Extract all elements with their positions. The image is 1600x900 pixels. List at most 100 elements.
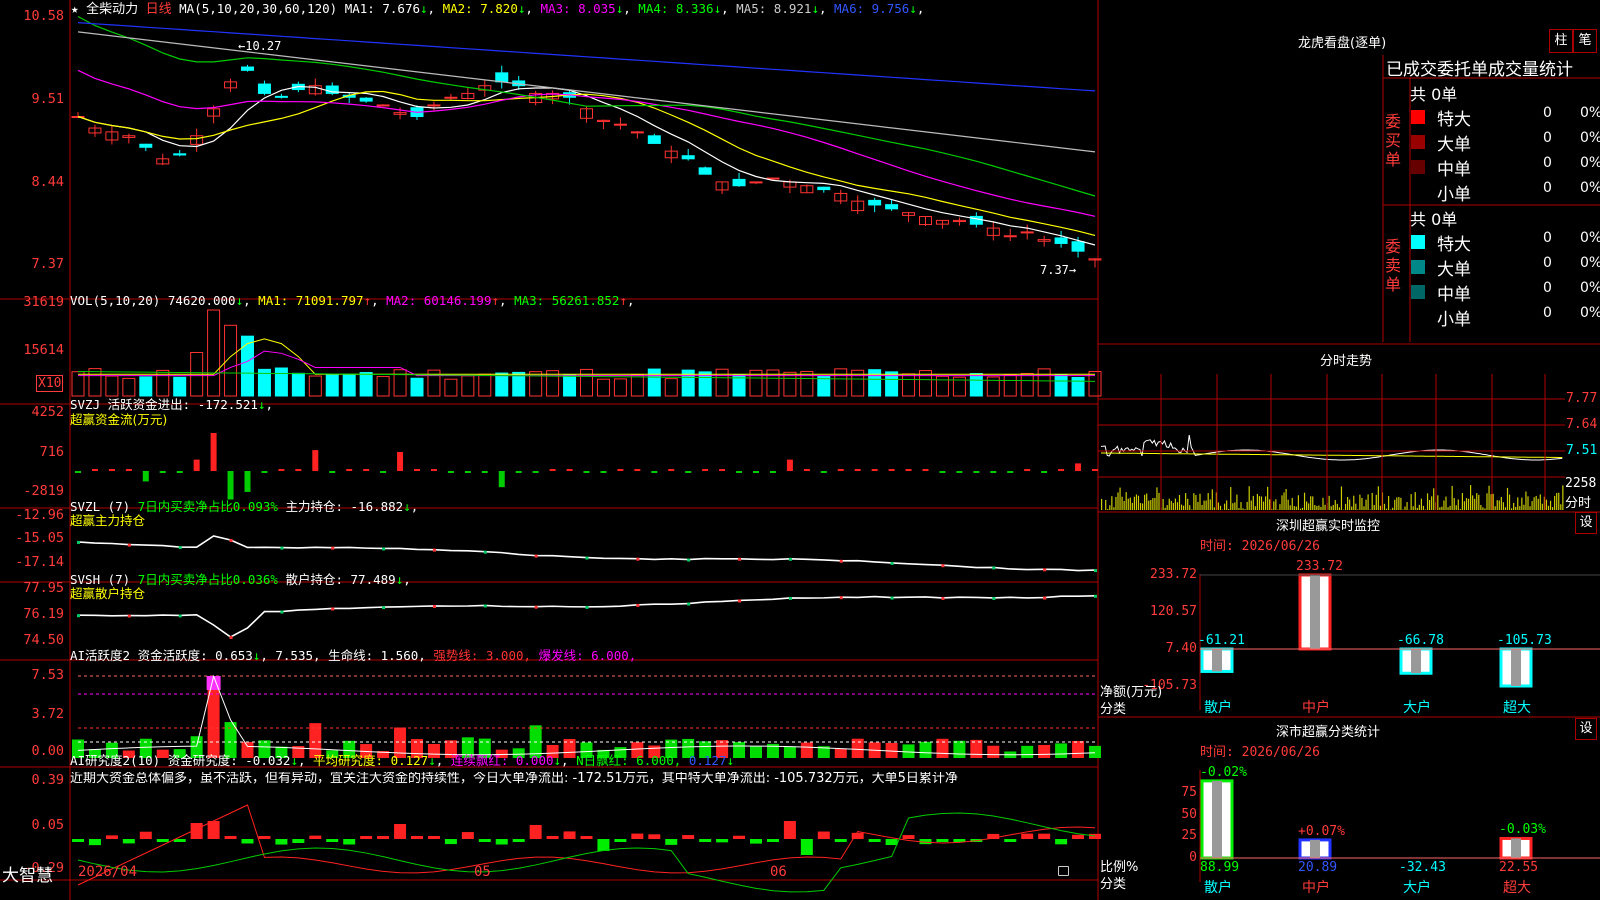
sz-monitor-settings-button[interactable]: 设 [1575,512,1597,534]
svsh-header: SVSH (7) 7日内买卖净占比0.036% 散户持仓: 77.489↓, [70,572,411,587]
svzl-line-marker [839,559,843,563]
svzl-line-marker [738,557,742,561]
volume-bar [1037,368,1051,397]
intraday-volume-bar [1119,487,1121,510]
ai-research-bar [207,821,220,839]
intraday-volume-bar [1429,499,1431,510]
sz-monitor-category[interactable]: 超大 [1503,697,1531,717]
svsh-line-marker [1094,594,1097,598]
volume-bar [325,373,339,397]
svzj-bar [600,471,607,473]
intraday-volume-bar [1308,503,1310,510]
ai-research-bar [258,836,271,839]
buy-row-count: 0 [1543,155,1552,171]
candle [1054,237,1068,244]
svzl-line-marker [1043,568,1047,572]
intraday-volume-bar [1158,492,1160,510]
ma-value-1: MA1: 7.676 [344,1,420,16]
sz-monitor-category[interactable]: 散户 [1204,697,1232,717]
svzj-bar [159,471,166,473]
lock-icon[interactable] [1058,866,1069,876]
favorite-star-icon[interactable]: ★ [71,1,79,16]
sz-monitor-bar-shade [1212,649,1222,672]
volume-title[interactable]: VOL(5,10,20) [70,293,160,308]
intraday-volume-bar [1242,508,1244,510]
intraday-volume-bar [1365,499,1367,510]
candle [427,104,441,107]
intraday-volume-bar [1328,495,1330,510]
svzj-bar [956,471,963,473]
ai-research-title[interactable]: AI研究度2(10) [70,753,160,768]
ai-research-bar [241,839,254,844]
buy-orders-label: 委买单 [1385,112,1402,169]
svzj-bar [990,471,997,473]
intraday-volume-bar [1180,504,1183,510]
intraday-volume-bar [1219,505,1222,510]
buy-row-count: 0 [1543,105,1552,121]
intraday-volume-bar [1195,495,1197,510]
stock-name[interactable]: 全柴动力 [86,2,138,17]
sz-class-category[interactable]: 中户 [1302,877,1330,897]
volume-bar [410,377,424,397]
svzj-bar [481,471,488,473]
svzj-bar [397,452,404,471]
intraday-volume-bar [1392,507,1394,510]
svzl-title[interactable]: SVZL (7) [70,499,130,514]
sz-class-category[interactable]: 超大 [1503,877,1531,897]
price-tick-2: 8.44 [31,174,64,190]
ai-active-bar [987,745,1000,758]
sz-monitor-bar-shade [1411,649,1421,674]
intraday-volume-bar [1230,487,1232,510]
intraday-volume-bar [1193,493,1195,510]
brand-label[interactable]: 大智慧 [2,861,53,886]
pen-mode-button[interactable]: 笔 [1573,29,1597,53]
intraday-volume-bar [1127,498,1129,510]
ai-research-bars[interactable] [72,821,1101,855]
svzj-bar [854,469,861,471]
volume-unit-badge: X10 [36,375,64,392]
sz-class-bar-shade [1310,839,1320,858]
ai-active-bars[interactable] [72,676,1101,758]
ai-active-title[interactable]: AI活跃度2 [70,648,130,663]
sz-monitor-value-label: -61.21 [1198,633,1245,648]
sz-class-category[interactable]: 散户 [1204,877,1232,897]
intraday-volume-bar [1457,499,1459,510]
svzj-bar [414,469,420,471]
volume-bar [1071,377,1085,397]
intraday-chart[interactable] [1100,434,1564,510]
svsh-title[interactable]: SVSH (7) [70,572,130,587]
intraday-volume-bar [1252,495,1254,510]
ma-value-5: MA5: 8.921 [728,1,812,16]
intraday-volume-bar [1154,497,1156,510]
intraday-volume-bar [1513,502,1515,510]
intraday-volume-bar [1447,507,1449,510]
intraday-volume-bar [1256,493,1258,510]
svsh-line-marker [483,604,487,608]
sz-monitor-chart[interactable] [1200,573,1533,688]
svzj-bar [329,471,336,473]
volume-bars[interactable] [71,309,1102,397]
intraday-volume-bar [1209,499,1211,510]
period-label[interactable]: 日线 [146,2,172,17]
intraday-volume-bar [1533,497,1535,510]
volume-bar [342,373,356,397]
intraday-volume-bar [1283,492,1285,510]
svzj-bars[interactable] [75,433,1098,500]
intraday-title[interactable]: 分时走势 [1320,350,1372,369]
volume-bar [359,372,373,397]
ai-research-bar [478,839,491,842]
volume-bar [478,373,492,397]
sz-monitor-category[interactable]: 中户 [1302,697,1330,717]
sz-class-category[interactable]: 大户 [1403,877,1431,897]
svzj-title[interactable]: SVZJ [70,397,100,412]
bar-mode-button[interactable]: 柱 [1549,29,1573,53]
intraday-volume-bar [1482,507,1484,510]
sz-class-chart[interactable] [1200,779,1533,860]
svsh-line-marker [941,596,945,600]
intraday-volume-bar [1144,494,1146,510]
svzj-bar [515,471,522,473]
sz-monitor-category[interactable]: 大户 [1403,697,1431,717]
date-label-1: 05 [474,864,491,880]
svzj-tick-1: 716 [39,444,64,460]
sz-class-settings-button[interactable]: 设 [1575,718,1597,740]
